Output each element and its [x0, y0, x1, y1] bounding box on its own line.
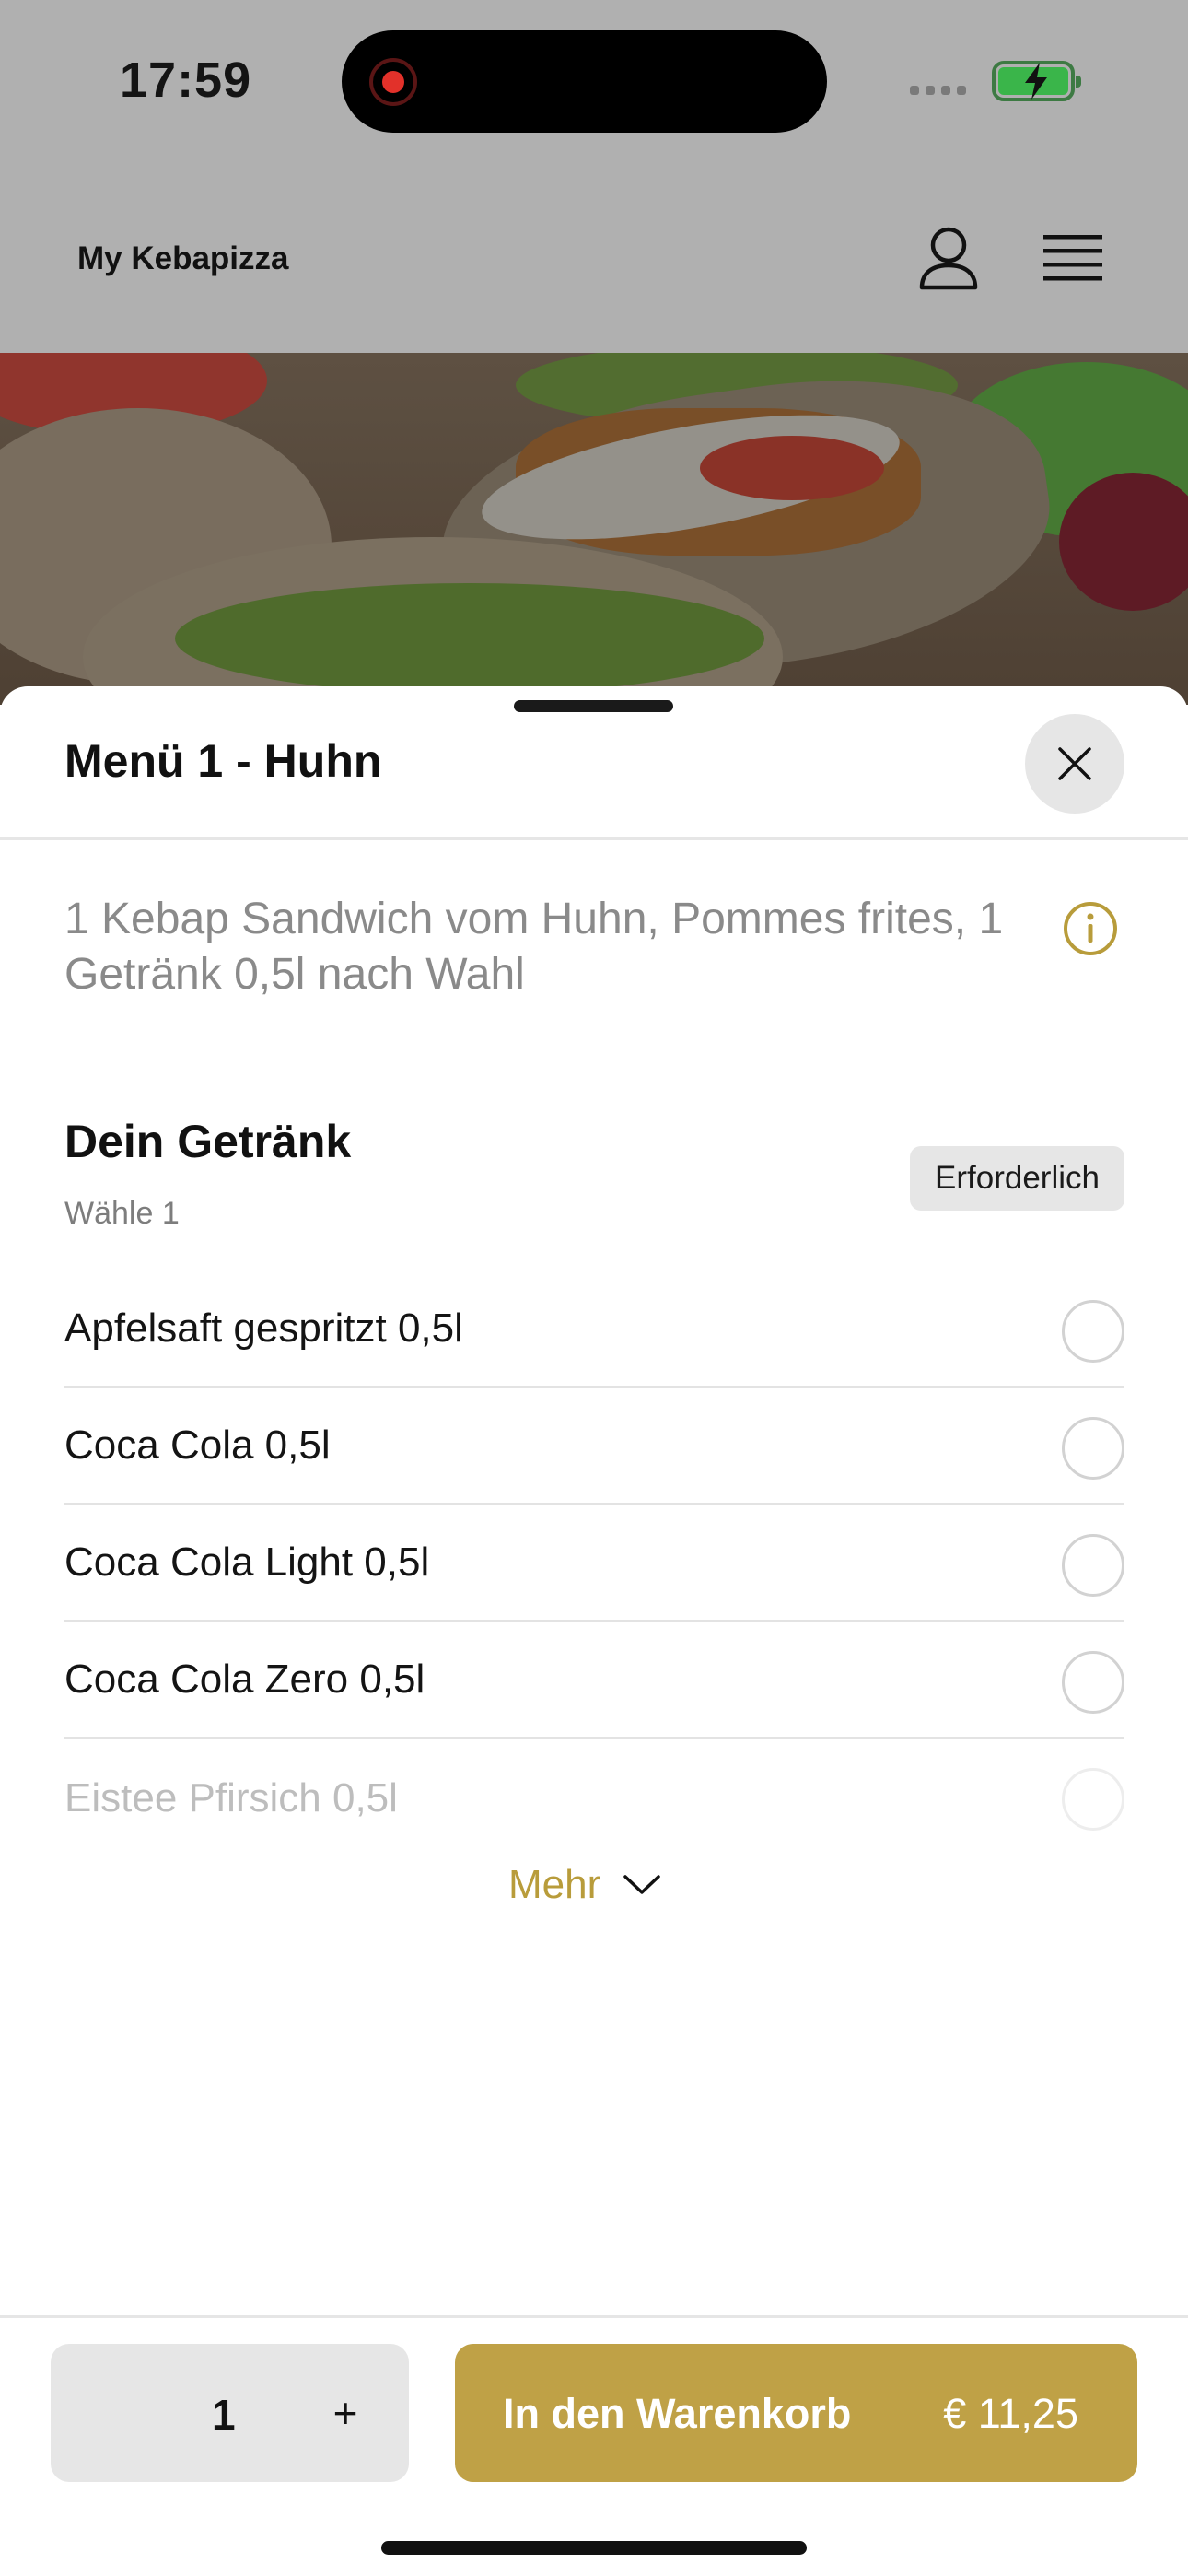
option-label: Coca Cola 0,5l [64, 1423, 331, 1468]
hero-food-image [0, 353, 1188, 705]
product-title: Menü 1 - Huhn [64, 735, 382, 787]
menu-button[interactable] [1041, 230, 1105, 286]
close-button[interactable] [1025, 714, 1124, 814]
price-label: € 11,25 [943, 2390, 1078, 2437]
add-to-cart-label: In den Warenkorb [503, 2390, 852, 2437]
required-badge: Erforderlich [910, 1146, 1124, 1211]
close-x-icon [1058, 747, 1091, 780]
drink-option-eistee-pfirsich[interactable]: Eistee Pfirsich 0,5l [64, 1739, 1124, 1856]
screen-recording-icon [369, 58, 417, 106]
option-label: Eistee Pfirsich 0,5l [64, 1774, 398, 1821]
battery-charging-icon [992, 61, 1081, 101]
show-more-label: Mehr [508, 1862, 601, 1907]
option-radio[interactable] [1062, 1300, 1124, 1363]
chevron-down-icon [623, 1875, 660, 1894]
app-title[interactable]: My Kebapizza [77, 240, 289, 277]
drink-option-coca-cola-zero[interactable]: Coca Cola Zero 0,5l [64, 1622, 1124, 1739]
increase-quantity-button[interactable]: + [313, 2381, 378, 2445]
info-button[interactable] [1062, 900, 1119, 957]
info-circle-icon [1064, 902, 1117, 955]
option-radio[interactable] [1062, 1417, 1124, 1480]
product-detail-sheet: Menü 1 - Huhn 1 Kebap Sandwich vom Huhn,… [0, 686, 1188, 2576]
option-radio[interactable] [1062, 1651, 1124, 1714]
hamburger-menu-icon [1043, 235, 1102, 281]
title-divider [0, 837, 1188, 840]
add-to-cart-button[interactable]: In den Warenkorb € 11,25 [455, 2344, 1137, 2482]
drink-option-coca-cola[interactable]: Coca Cola 0,5l [64, 1388, 1124, 1505]
show-more-button[interactable]: Mehr [508, 1862, 661, 1908]
home-indicator[interactable] [381, 2541, 807, 2555]
status-bar-time: 17:59 [120, 53, 252, 108]
drink-option-apfelsaft[interactable]: Apfelsaft gespritzt 0,5l [64, 1271, 1124, 1388]
sheet-grabber[interactable] [514, 700, 673, 712]
footer-divider [0, 2315, 1188, 2318]
person-outline-icon [919, 227, 978, 290]
drink-option-coca-cola-light[interactable]: Coca Cola Light 0,5l [64, 1505, 1124, 1622]
option-label: Apfelsaft gespritzt 0,5l [64, 1306, 463, 1351]
drink-option-list: Apfelsaft gespritzt 0,5l Coca Cola 0,5l … [64, 1271, 1124, 1856]
option-label: Coca Cola Zero 0,5l [64, 1657, 425, 1702]
option-group-hint: Wähle 1 [64, 1196, 180, 1231]
option-label: Coca Cola Light 0,5l [64, 1540, 430, 1585]
quantity-value: 1 [212, 2391, 236, 2439]
option-group-title: Dein Getränk [64, 1116, 352, 1167]
option-radio[interactable] [1062, 1768, 1124, 1831]
option-radio[interactable] [1062, 1534, 1124, 1597]
dynamic-island [342, 30, 827, 133]
cellular-signal-icon [910, 86, 966, 95]
charging-bolt-icon [1025, 63, 1047, 100]
profile-button[interactable] [916, 225, 981, 291]
product-description: 1 Kebap Sandwich vom Huhn, Pommes frites… [64, 895, 1004, 999]
